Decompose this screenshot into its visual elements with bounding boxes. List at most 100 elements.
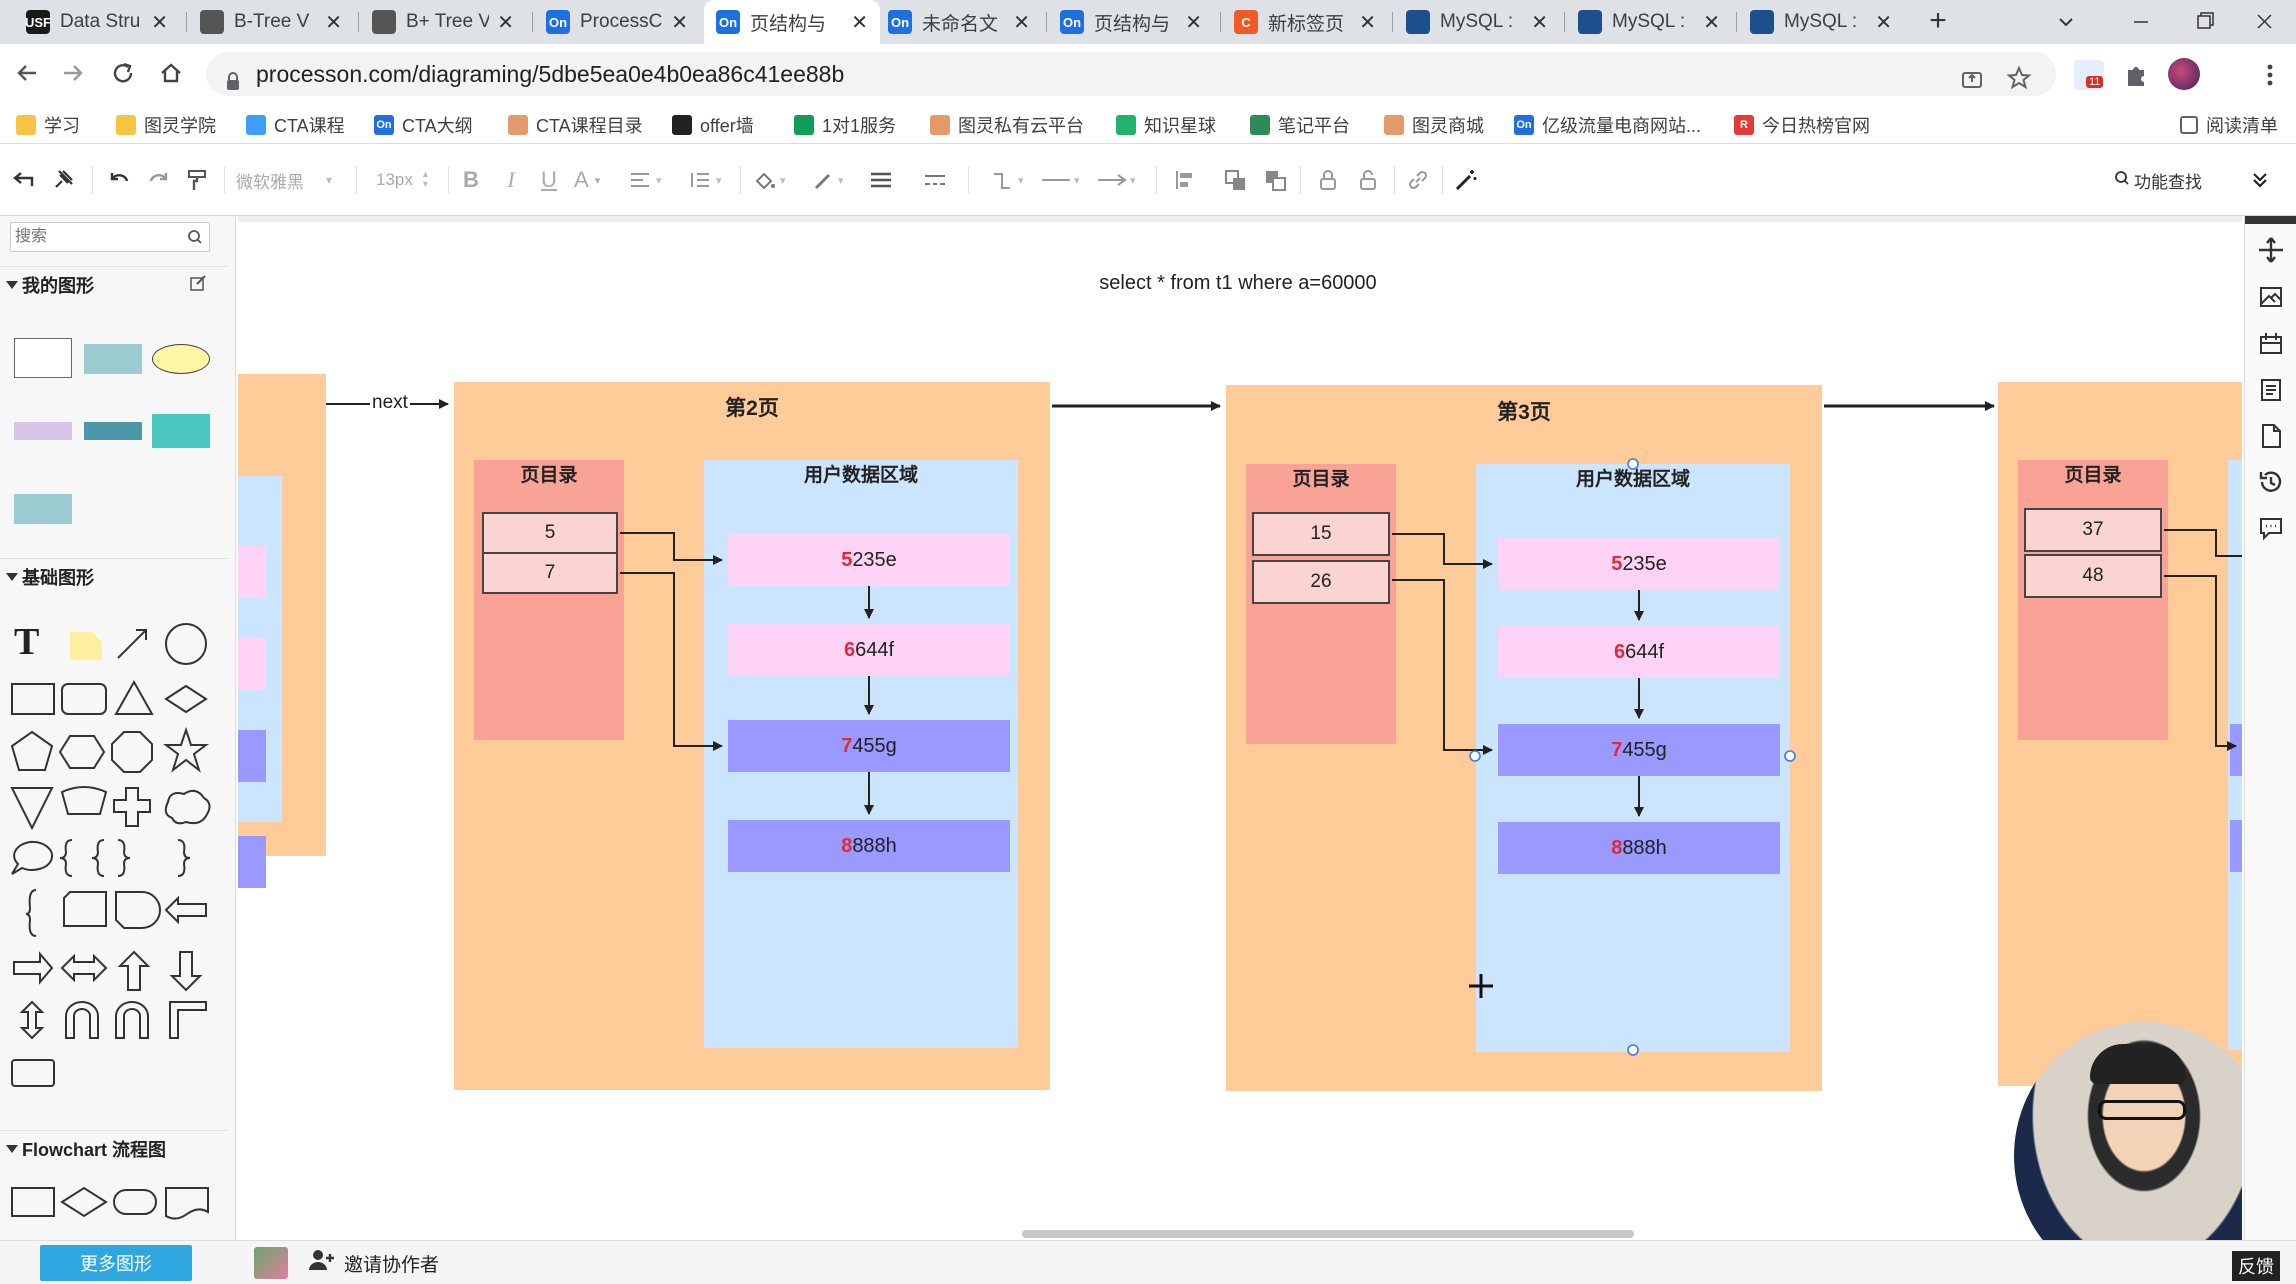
page-2-dir-slot[interactable]: 7 bbox=[482, 552, 618, 594]
image-icon[interactable] bbox=[2245, 280, 2296, 316]
bookmark-item[interactable]: R 今日热榜官网 bbox=[1734, 112, 1870, 138]
my-shape-blue-rect[interactable] bbox=[14, 494, 72, 524]
line-color-icon[interactable]: ▾ bbox=[810, 166, 854, 194]
history-icon[interactable] bbox=[2245, 464, 2296, 500]
collaborator-avatar[interactable] bbox=[254, 1247, 288, 1279]
close-tab-icon[interactable]: ✕ bbox=[1531, 10, 1548, 35]
page-4-directory[interactable] bbox=[2018, 460, 2168, 740]
lock-icon[interactable] bbox=[224, 63, 242, 90]
back-button[interactable] bbox=[12, 58, 42, 88]
font-family-select[interactable]: 微软雅黑 ▾ bbox=[236, 166, 346, 194]
home-button[interactable] bbox=[156, 58, 186, 88]
horizontal-scrollbar[interactable] bbox=[1022, 1230, 1634, 1238]
tab[interactable]: On 页结构与 ✕ bbox=[704, 0, 880, 44]
tab[interactable]: MySQL : ✕ bbox=[1566, 0, 1732, 44]
close-tab-icon[interactable]: ✕ bbox=[1875, 10, 1892, 35]
bookmark-item[interactable]: 1对1服务 bbox=[794, 112, 896, 138]
close-tab-icon[interactable]: ✕ bbox=[851, 10, 868, 35]
my-shape-white-rect[interactable] bbox=[14, 338, 72, 378]
bookmark-item[interactable]: On CTA大纲 bbox=[374, 112, 473, 138]
link-icon[interactable] bbox=[1404, 166, 1432, 194]
section-flowchart[interactable]: Flowchart 流程图 bbox=[0, 1130, 228, 1166]
fill-color-icon[interactable]: ▾ bbox=[752, 166, 796, 194]
forward-button[interactable] bbox=[58, 58, 88, 88]
bring-front-icon[interactable] bbox=[1222, 166, 1250, 194]
connector-style-icon[interactable]: ▾ bbox=[990, 166, 1040, 194]
bookmark-item[interactable]: offer墙 bbox=[672, 112, 754, 138]
close-tab-icon[interactable]: ✕ bbox=[497, 10, 514, 35]
reload-button[interactable] bbox=[108, 58, 138, 88]
tab[interactable]: USF Data Stru ✕ bbox=[14, 0, 180, 44]
close-tab-icon[interactable]: ✕ bbox=[1703, 10, 1720, 35]
tab[interactable]: MySQL : ✕ bbox=[1738, 0, 1904, 44]
tab[interactable]: On ProcessC ✕ bbox=[534, 0, 700, 44]
my-shape-lavender-rect[interactable] bbox=[14, 422, 72, 440]
my-shape-cyan-rect[interactable] bbox=[152, 414, 210, 448]
font-size-stepper[interactable]: 13px ▴ ▾ bbox=[376, 166, 438, 194]
line-spacing-icon[interactable]: ▾ bbox=[688, 166, 728, 194]
minimize-button[interactable] bbox=[2120, 6, 2160, 38]
back-arrow-icon[interactable] bbox=[8, 166, 38, 194]
page-3-record[interactable]: 7 455g bbox=[1498, 724, 1780, 776]
theme-icon[interactable] bbox=[2245, 326, 2296, 362]
line-start-icon[interactable]: ▾ bbox=[1040, 166, 1088, 194]
bookmark-item[interactable]: On 亿级流量电商网站... bbox=[1514, 112, 1701, 138]
my-shape-darkteal-rect[interactable] bbox=[84, 422, 142, 440]
pin-icon[interactable] bbox=[48, 166, 78, 194]
bookmark-star-icon[interactable] bbox=[2006, 61, 2032, 90]
tab[interactable]: On 页结构与 ✕ bbox=[1048, 0, 1214, 44]
page-2-record[interactable]: 6 644f bbox=[728, 624, 1010, 676]
puzzle-icon[interactable] bbox=[2122, 60, 2152, 90]
close-window-button[interactable] bbox=[2244, 6, 2284, 38]
bookmark-item[interactable]: 笔记平台 bbox=[1250, 112, 1350, 138]
diagram-canvas[interactable]: select * from t1 where a=60000 第2页 页目录 5… bbox=[238, 216, 2242, 1240]
tab[interactable]: C 新标签页 ✕ bbox=[1222, 0, 1388, 44]
close-tab-icon[interactable]: ✕ bbox=[151, 10, 168, 35]
page-2-dir-slot[interactable]: 5 bbox=[482, 512, 618, 554]
collapse-toolbar-icon[interactable] bbox=[2246, 166, 2274, 194]
comment-icon[interactable] bbox=[2245, 510, 2296, 546]
page-3-record[interactable]: 8 888h bbox=[1498, 822, 1780, 874]
page-2-record[interactable]: 7 455g bbox=[728, 720, 1010, 772]
avatar[interactable] bbox=[2168, 58, 2200, 90]
underline-icon[interactable]: U bbox=[536, 166, 562, 194]
align-shapes-icon[interactable] bbox=[1168, 166, 1204, 194]
tab-search-chevron-icon[interactable] bbox=[2052, 8, 2080, 36]
search-input-box[interactable] bbox=[10, 222, 210, 252]
page-2-directory[interactable] bbox=[474, 460, 624, 740]
bold-icon[interactable]: B bbox=[458, 166, 484, 194]
dash-style-icon[interactable] bbox=[920, 166, 950, 194]
edit-my-shapes-icon[interactable] bbox=[188, 274, 208, 294]
bookmark-item[interactable]: CTA课程目录 bbox=[508, 112, 643, 138]
page-3-record[interactable]: 5 235e bbox=[1498, 538, 1780, 590]
align-icon[interactable]: ▾ bbox=[628, 166, 668, 194]
extension-icon[interactable]: 11 bbox=[2074, 60, 2104, 90]
send-back-icon[interactable] bbox=[1262, 166, 1290, 194]
lock-shape-icon[interactable] bbox=[1314, 166, 1342, 194]
redo-icon[interactable] bbox=[144, 166, 174, 194]
page-2-record[interactable]: 8 888h bbox=[728, 820, 1010, 872]
reading-list-button[interactable]: 阅读清单 bbox=[2180, 112, 2278, 138]
bookmark-item[interactable]: CTA课程 bbox=[246, 112, 345, 138]
page-3-dir-slot[interactable]: 15 bbox=[1252, 512, 1390, 556]
bookmark-item[interactable]: 知识星球 bbox=[1116, 112, 1216, 138]
bookmark-item[interactable]: 学习 bbox=[16, 112, 80, 138]
page-3-directory[interactable] bbox=[1246, 464, 1396, 744]
undo-icon[interactable] bbox=[104, 166, 134, 194]
close-tab-icon[interactable]: ✕ bbox=[1185, 10, 1202, 35]
search-icon[interactable] bbox=[187, 229, 203, 250]
search-input[interactable] bbox=[11, 223, 171, 251]
new-tab-button[interactable]: + bbox=[1922, 6, 1954, 38]
pages-icon[interactable] bbox=[2245, 372, 2296, 408]
tab[interactable]: On 未命名文 ✕ bbox=[876, 0, 1042, 44]
page-2-record[interactable]: 5 235e bbox=[728, 534, 1010, 586]
more-menu-icon[interactable] bbox=[2264, 60, 2276, 90]
unlock-shape-icon[interactable] bbox=[1354, 166, 1382, 194]
document-icon[interactable] bbox=[2245, 418, 2296, 454]
line-end-icon[interactable]: ▾ bbox=[1096, 166, 1144, 194]
page-3-dir-slot[interactable]: 26 bbox=[1252, 560, 1390, 604]
close-tab-icon[interactable]: ✕ bbox=[1013, 10, 1030, 35]
feedback-button[interactable]: 反馈 bbox=[2232, 1251, 2280, 1281]
more-shapes-button[interactable]: 更多图形 bbox=[40, 1245, 192, 1281]
tab[interactable]: B-Tree V ✕ bbox=[188, 0, 354, 44]
